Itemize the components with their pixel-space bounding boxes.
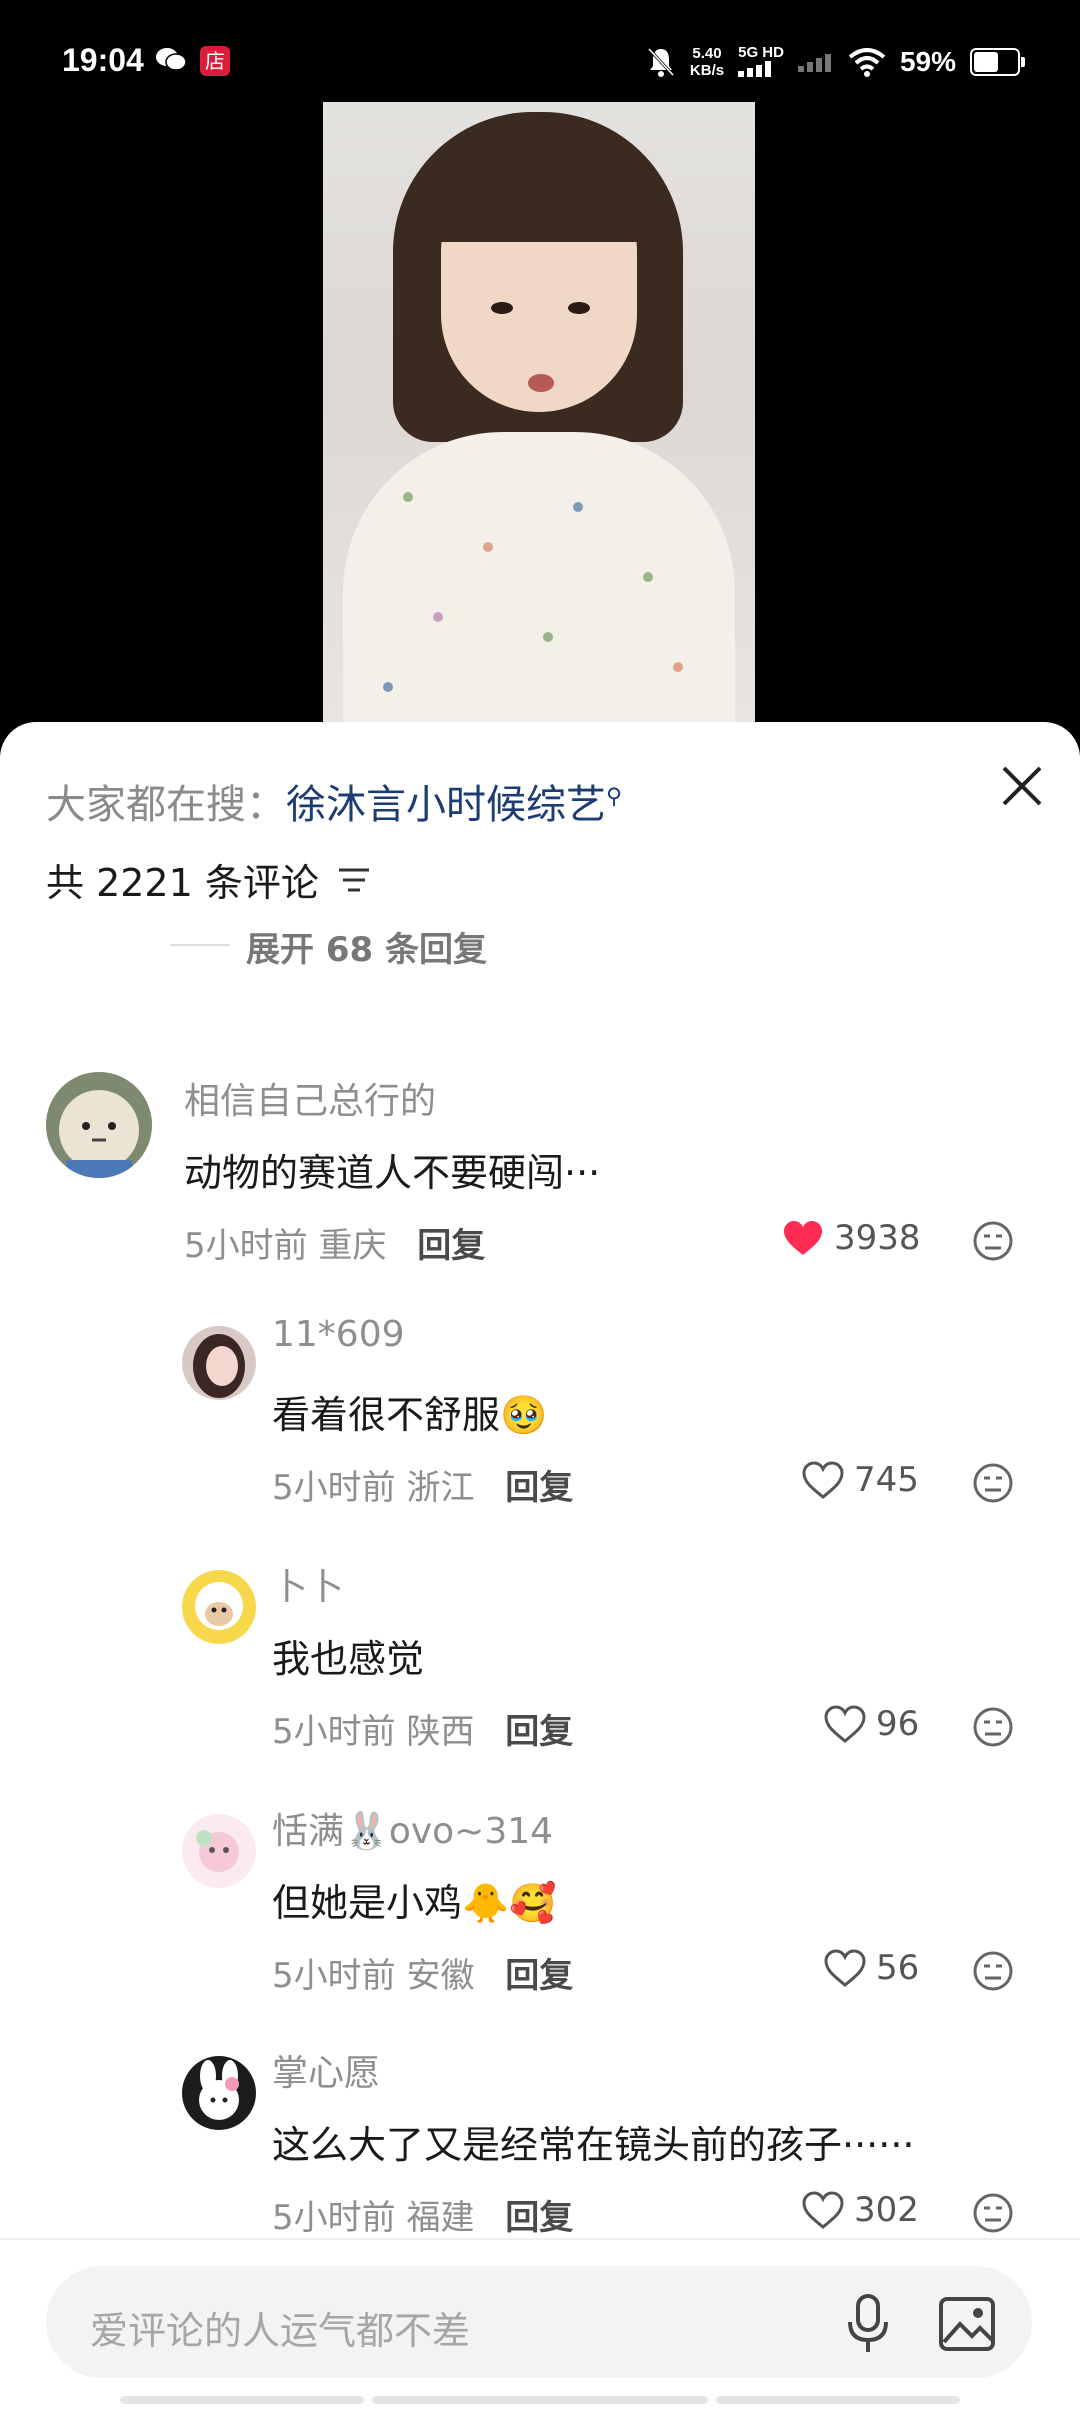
signal-icon [738,60,772,77]
avatar-cartoon-icon [182,1814,256,1888]
wifi-icon [848,48,886,77]
video-figure-mouth [528,374,554,392]
comment-count: 共 2221 条评论 [46,861,319,905]
avatar[interactable] [182,1570,256,1644]
avatar-plush-icon [46,1072,152,1178]
comment-username[interactable]: 相信自己总行的 [184,1072,436,1124]
like-button[interactable]: 302 [802,2190,919,2230]
comments-sheet: 大家都在搜：徐沐言小时候综艺⚲ 共 2221 条评论 展开 68 条回复 相信自… [0,722,1080,2408]
sort-icon[interactable] [337,866,371,894]
comment-username[interactable]: 11*609 [272,1314,405,1355]
heart-outline-icon [824,1949,866,1987]
comment-text[interactable]: 看着很不舒服🥹 [272,1384,547,1439]
nav-indicator [372,2396,708,2404]
wechat-icon [156,48,187,71]
avatar-sheep-icon [182,1570,256,1644]
reply-button[interactable]: 回复 [505,1956,573,1996]
heart-outline-icon [802,1461,844,1499]
comment-input-bar: 爱评论的人运气都不差 [0,2238,1080,2410]
video-figure-eye [491,302,513,314]
avatar-melody-icon [182,2056,256,2130]
like-button[interactable]: 745 [802,1460,919,1500]
shop-badge-icon: 店 [200,46,230,76]
search-term[interactable]: 徐沐言小时候综艺 [286,782,606,828]
comment-username[interactable]: 卜卜 [272,1558,344,1610]
video-player[interactable] [323,102,755,722]
dress-pattern [673,662,683,672]
reply-button[interactable]: 回复 [505,1468,573,1508]
comment-text[interactable]: 但她是小鸡🐥🥰 [272,1872,557,1927]
dress-pattern [433,612,443,622]
like-count: 302 [854,2190,919,2230]
expand-divider [170,944,230,946]
close-icon[interactable] [1000,764,1044,808]
avatar[interactable] [182,1814,256,1888]
dress-pattern [573,502,583,512]
battery-icon [970,48,1025,76]
reply-button[interactable]: 回复 [505,1712,573,1752]
comment-meta: 5小时前 陕西 回复 [272,1712,574,1752]
nav-indicator [120,2396,364,2404]
comment-input-placeholder: 爱评论的人运气都不差 [90,2309,471,2353]
comment-meta: 5小时前 福建 回复 [272,2198,574,2238]
network-speed: 5.40 KB/s [689,45,725,79]
mute-bell-icon [647,47,675,77]
avatar[interactable] [182,2056,256,2130]
dislike-face-icon[interactable] [972,1462,1014,1504]
dress-pattern [483,542,493,552]
like-button[interactable]: 96 [824,1704,919,1744]
avatar-portrait-icon [182,1326,256,1400]
comment-text[interactable]: 动物的赛道人不要硬闯··· [184,1142,600,1197]
like-count: 96 [876,1704,920,1744]
avatar[interactable] [182,1326,256,1400]
heart-outline-icon [802,2191,844,2229]
like-count: 745 [854,1460,919,1500]
search-icon: ⚲ [606,784,623,810]
video-figure-dress [343,432,735,722]
dislike-face-icon[interactable] [972,1706,1014,1748]
comment-username[interactable]: 掌心愿 [272,2044,380,2096]
like-button[interactable]: 3938 [782,1218,921,1258]
dress-pattern [543,632,553,642]
heart-filled-icon [784,1221,822,1255]
status-bar: 19:04 店 5.40 KB/s 5G HD 59% [0,0,1080,100]
comment-input[interactable]: 爱评论的人运气都不差 [46,2266,1032,2378]
search-suggestion[interactable]: 大家都在搜：徐沐言小时候综艺⚲ [46,772,622,830]
comment-meta: 5小时前 浙江 回复 [272,1468,574,1508]
comment-meta: 5小时前 安徽 回复 [272,1956,574,1996]
dislike-face-icon[interactable] [972,2192,1014,2234]
comment-username[interactable]: 恬满🐰ovo~314 [272,1802,553,1854]
dislike-face-icon[interactable] [972,1950,1014,1992]
comment-meta: 5小时前 重庆 回复 [184,1226,486,1266]
battery-fill [974,52,998,72]
nav-indicator [716,2396,960,2404]
status-time: 19:04 [62,42,144,78]
dislike-face-icon[interactable] [972,1220,1014,1262]
like-button[interactable]: 56 [824,1948,919,1988]
comment-text[interactable]: 这么大了又是经常在镜头前的孩子······ [272,2114,914,2169]
avatar[interactable] [46,1072,152,1178]
like-count: 56 [876,1948,920,1988]
heart-outline-icon [824,1705,866,1743]
reply-button[interactable]: 回复 [417,1226,485,1266]
dress-pattern [643,572,653,582]
video-figure-eye [568,302,590,314]
reply-button[interactable]: 回复 [505,2198,573,2238]
dress-pattern [403,492,413,502]
signal-2-icon [797,54,831,72]
battery-percent: 59% [899,46,956,77]
microphone-icon[interactable] [842,2294,894,2354]
dress-pattern [383,682,393,692]
comment-text[interactable]: 我也感觉 [272,1628,424,1683]
like-count: 3938 [834,1218,921,1258]
expand-replies-button[interactable]: 展开 68 条回复 [246,922,487,971]
comment-count-row: 共 2221 条评论 [46,852,371,907]
image-icon[interactable] [938,2296,996,2352]
network-type: 5G HD [738,44,784,81]
